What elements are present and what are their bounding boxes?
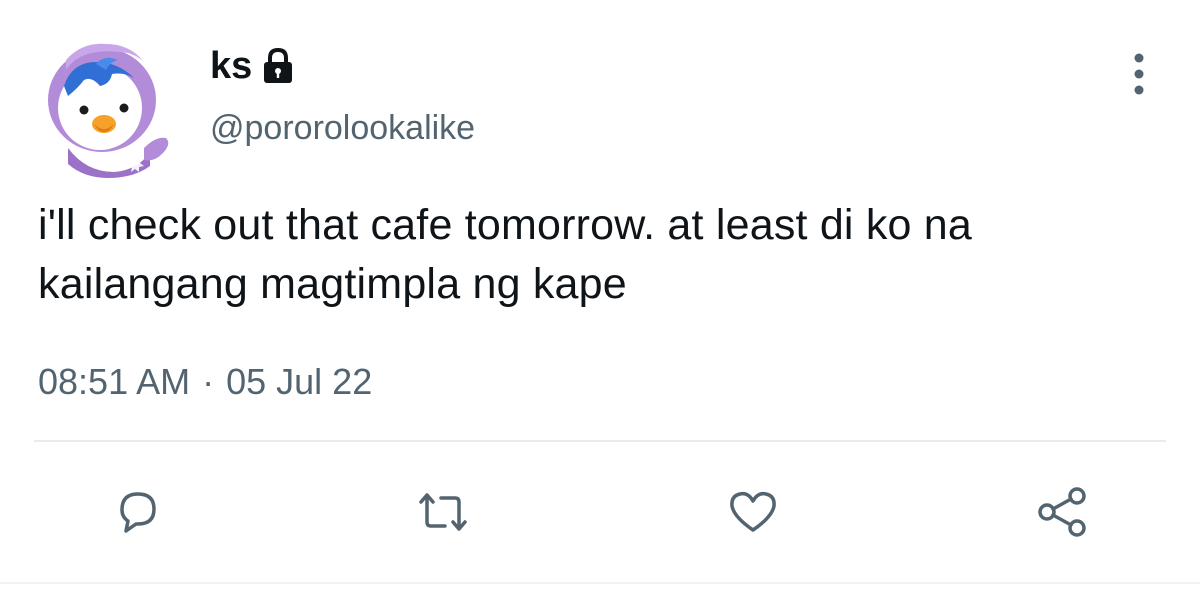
like-button[interactable] <box>723 482 783 542</box>
vertical-ellipsis-icon[interactable] <box>1124 50 1154 100</box>
bottom-divider <box>0 582 1200 584</box>
reply-icon <box>120 492 156 533</box>
reply-button[interactable] <box>108 482 168 542</box>
share-button[interactable] <box>1033 482 1093 542</box>
retweet-button[interactable] <box>413 482 473 542</box>
meta-separator: · <box>202 361 215 402</box>
penguin-avatar-icon <box>48 43 169 178</box>
tweet-timestamp[interactable]: 08:51 AM · 05 Jul 22 <box>38 358 372 406</box>
divider <box>34 440 1166 442</box>
tweet-date: 05 Jul 22 <box>226 361 373 402</box>
lock-icon <box>262 47 294 85</box>
tweet-time: 08:51 AM <box>38 361 191 402</box>
avatar[interactable] <box>38 40 176 178</box>
display-name-row: ks <box>210 42 294 90</box>
share-icon <box>1038 487 1086 537</box>
user-handle[interactable]: @pororolookalike <box>210 106 475 150</box>
retweet-icon <box>419 493 467 531</box>
heart-icon <box>730 491 776 532</box>
display-name[interactable]: ks <box>210 42 252 90</box>
tweet-text: i'll check out that cafe tomorrow. at le… <box>38 201 973 308</box>
